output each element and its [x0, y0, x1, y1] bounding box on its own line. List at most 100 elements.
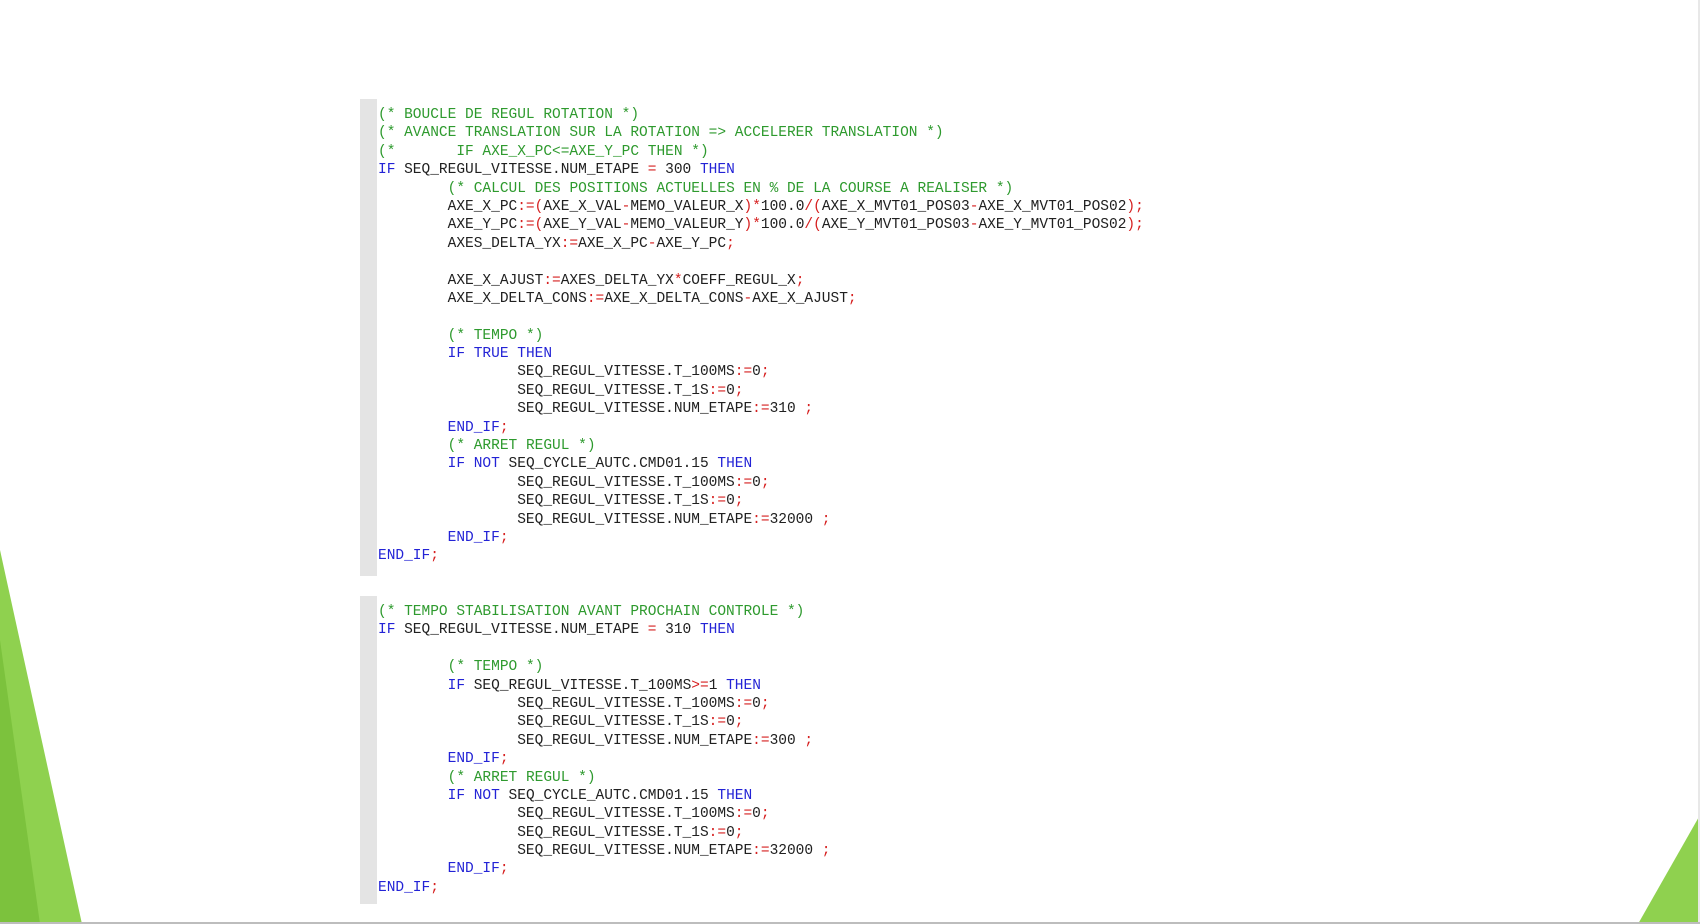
- code-token: SEQ_REGUL_VITESSE.T_100MS: [378, 695, 735, 712]
- code-line: END_IF;: [378, 529, 1144, 547]
- code-token: :=: [734, 695, 753, 712]
- code-line: IF TRUE THEN: [378, 345, 1144, 363]
- code-token: :=: [734, 474, 753, 491]
- code-token: END_IF: [447, 419, 500, 436]
- code-token: ;: [734, 493, 744, 510]
- code-token: ;: [760, 806, 770, 823]
- code-token: SEQ_REGUL_VITESSE.T_100MS: [465, 677, 692, 694]
- code-line: AXES_DELTA_YX:=AXE_X_PC-AXE_Y_PC;: [378, 235, 1144, 253]
- code-token: MEMO_VALEUR_Y: [630, 217, 744, 234]
- code-token: SEQ_REGUL_VITESSE.NUM_ETAPE: [378, 843, 753, 860]
- code-line: SEQ_REGUL_VITESSE.NUM_ETAPE:=32000 ;: [378, 511, 1144, 529]
- code-token: END_IF: [447, 861, 500, 878]
- code-line: END_IF;: [378, 860, 831, 878]
- code-token: ;: [821, 511, 831, 528]
- code-token: >=: [691, 677, 709, 694]
- code-token: :=: [708, 493, 727, 510]
- code-token: AXE_Y_MVT01_POS03: [821, 217, 970, 234]
- code-line: SEQ_REGUL_VITESSE.T_100MS:=0;: [378, 805, 831, 823]
- code-token: AXE_X_DELTA_CONS: [378, 290, 587, 307]
- code-token: 100.0: [760, 217, 805, 234]
- code-token: ;: [760, 474, 770, 491]
- code-token: THEN: [717, 456, 753, 473]
- code-token: :=: [708, 714, 727, 731]
- code-line: (* ARRET REGUL *): [378, 769, 831, 787]
- code-token: ;: [499, 419, 509, 436]
- code-line: END_IF;: [378, 547, 1144, 565]
- code-token: :=: [734, 364, 753, 381]
- code-token: 32000: [769, 843, 822, 860]
- code-token: (* AVANCE TRANSLATION SUR LA ROTATION =>…: [378, 125, 944, 142]
- code-token: :=(: [517, 217, 544, 234]
- code-token: ;: [430, 548, 439, 565]
- code-line: SEQ_REGUL_VITESSE.NUM_ETAPE:=32000 ;: [378, 842, 830, 860]
- code-token: /(: [804, 217, 822, 234]
- code-gutter: [360, 596, 377, 904]
- code-line: SEQ_REGUL_VITESSE.NUM_ETAPE:=310 ;: [378, 400, 1144, 418]
- code-token: :=: [708, 824, 727, 841]
- code-token: 0: [752, 806, 761, 823]
- code-token: SEQ_REGUL_VITESSE.T_100MS: [378, 364, 735, 381]
- code-line: (* TEMPO *): [378, 658, 831, 676]
- code-token: IF: [378, 162, 396, 179]
- code-token: (* ARRET REGUL *): [447, 769, 596, 786]
- code-token: AXES_DELTA_YX: [560, 272, 674, 289]
- code-block-regul-rotation: (* BOUCLE DE REGUL ROTATION *) (* AVANCE …: [360, 99, 1220, 576]
- code-block-tempo-stabilisation: (* TEMPO STABILISATION AVANT PROCHAIN CO…: [360, 596, 1220, 904]
- code-line: AXE_X_AJUST:=AXES_DELTA_YX*COEFF_REGUL_X…: [378, 272, 1144, 290]
- code-token: END_IF: [447, 751, 500, 768]
- code-token: SEQ_REGUL_VITESSE.NUM_ETAPE: [395, 622, 648, 639]
- code-token: ;: [726, 235, 735, 252]
- code-token: :=: [734, 806, 753, 823]
- code-token: SEQ_CYCLE_AUTC.CMD01.15: [499, 456, 718, 473]
- code-token: :=: [752, 511, 770, 528]
- code-token: IF: [447, 677, 466, 694]
- code-line: END_IF;: [378, 419, 1144, 437]
- code-token: AXE_X_VAL: [543, 198, 622, 215]
- code-line: SEQ_REGUL_VITESSE.T_100MS:=0;: [378, 695, 831, 713]
- code-token: SEQ_REGUL_VITESSE.NUM_ETAPE: [378, 401, 753, 418]
- code-token: /(: [804, 198, 822, 215]
- code-token: ;: [734, 714, 744, 731]
- code-token: AXE_Y_PC: [656, 235, 727, 252]
- code-token: AXE_X_PC: [378, 198, 518, 215]
- code-token: SEQ_REGUL_VITESSE.T_1S: [378, 824, 709, 841]
- code-token: :=: [752, 401, 770, 418]
- code-token: END_IF: [378, 548, 431, 565]
- code-line: (* AVANCE TRANSLATION SUR LA ROTATION =>…: [378, 124, 1144, 142]
- code-token: ;: [499, 751, 509, 768]
- code-token: END_IF: [447, 529, 500, 546]
- code-token: (* IF AXE_X_PC<=AXE_Y_PC THEN *): [378, 143, 709, 160]
- code-token: AXE_Y_MVT01_POS02: [978, 217, 1127, 234]
- code-line: SEQ_REGUL_VITESSE.T_1S:=0;: [378, 492, 1144, 510]
- code-token: ;: [760, 695, 770, 712]
- code-line: SEQ_REGUL_VITESSE.T_1S:=0;: [378, 713, 831, 731]
- code-token: AXE_X_PC: [578, 235, 648, 252]
- code-token: SEQ_REGUL_VITESSE.NUM_ETAPE: [395, 162, 648, 179]
- code-token: SEQ_REGUL_VITESSE.NUM_ETAPE: [378, 511, 753, 528]
- code-token: :=: [708, 382, 727, 399]
- code-line: (* CALCUL DES POSITIONS ACTUELLES EN % D…: [378, 180, 1144, 198]
- code-token: 1: [708, 677, 727, 694]
- code-line: SEQ_REGUL_VITESSE.T_100MS:=0;: [378, 474, 1144, 492]
- code-token: (* ARRET REGUL *): [447, 438, 596, 455]
- code-line: IF SEQ_REGUL_VITESSE.NUM_ETAPE = 310 THE…: [378, 621, 831, 639]
- code-token: MEMO_VALEUR_X: [630, 198, 744, 215]
- code-token: (* CALCUL DES POSITIONS ACTUELLES EN % D…: [447, 180, 1014, 197]
- code-line: SEQ_REGUL_VITESSE.T_1S:=0;: [378, 824, 831, 842]
- right-green-triangle: [1638, 815, 1700, 924]
- code-line: (* ARRET REGUL *): [378, 437, 1144, 455]
- code-token: 32000: [769, 511, 822, 528]
- code-token: SEQ_REGUL_VITESSE.T_1S: [378, 714, 709, 731]
- code-token: :=: [752, 732, 770, 749]
